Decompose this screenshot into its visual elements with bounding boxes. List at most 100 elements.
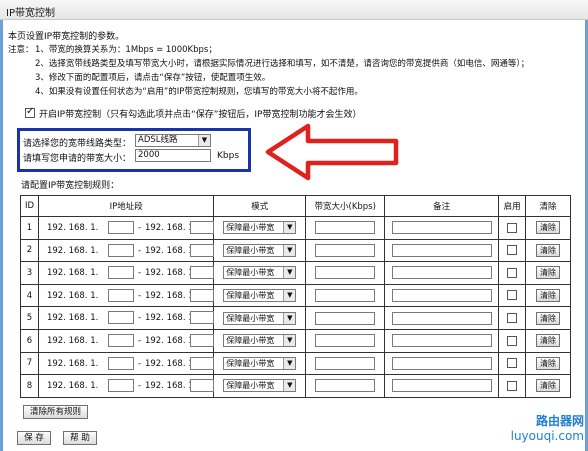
bandwidth-size-input[interactable]: [315, 289, 376, 303]
ip-start-input[interactable]: [107, 333, 134, 347]
bandwidth-size-input[interactable]: [315, 243, 376, 257]
enable-cell: [498, 374, 527, 398]
size-cell: [305, 261, 386, 285]
notes-label: 注意：: [8, 45, 34, 55]
ip-end-input[interactable]: [189, 333, 214, 347]
enable-checkbox[interactable]: [507, 267, 518, 278]
clear-cell: 清除: [525, 351, 571, 376]
ip-start-input[interactable]: [107, 288, 134, 302]
ip-prefix-start: 192. 168. 1.: [46, 313, 99, 324]
remark-input[interactable]: [391, 356, 492, 370]
ip-start-input[interactable]: [107, 379, 134, 393]
mode-select[interactable]: 保障最小带宽 ▼: [223, 379, 297, 393]
bandwidth-label: 请填写您申请的带宽大小：: [23, 154, 132, 164]
header-size: 带宽大小(Kbps): [305, 195, 386, 217]
ip-end-input[interactable]: [189, 379, 214, 393]
clear-all-rules-button[interactable]: 清除所有规则: [23, 405, 88, 419]
size-cell: [305, 328, 386, 353]
ip-start-input[interactable]: [107, 311, 134, 325]
mode-value: 保障最小带宽: [226, 313, 275, 323]
enable-checkbox[interactable]: [507, 358, 518, 369]
clear-button[interactable]: 清除: [536, 221, 561, 235]
size-cell: [305, 374, 386, 398]
enable-cell: [498, 351, 527, 376]
clear-button[interactable]: 清除: [536, 356, 561, 370]
remark-input[interactable]: [391, 243, 492, 257]
mode-select[interactable]: 保障最小带宽 ▼: [223, 266, 297, 280]
clear-button[interactable]: 清除: [536, 243, 561, 257]
enable-checkbox[interactable]: [507, 245, 518, 256]
ip-end-input[interactable]: [189, 266, 214, 280]
table-row: 3 192. 168. 1. -192. 168. 1. 保障最小带宽 ▼ 清除: [20, 261, 571, 285]
clear-cell: 清除: [525, 374, 571, 398]
mode-value: 保障最小带宽: [226, 336, 275, 346]
enable-cell: [498, 238, 527, 263]
save-button[interactable]: 保 存: [17, 431, 51, 445]
row-id: 4: [20, 283, 39, 308]
bandwidth-input[interactable]: 2000: [135, 149, 211, 162]
line-type-select[interactable]: ADSL线路 ▼: [135, 134, 211, 147]
ip-dash: -: [137, 245, 142, 256]
table-row: 8 192. 168. 1. -192. 168. 1. 保障最小带宽 ▼ 清除: [20, 374, 571, 398]
table-row: 7 192. 168. 1. -192. 168. 1. 保障最小带宽 ▼ 清除: [20, 351, 571, 376]
chevron-down-icon: ▼: [198, 135, 210, 146]
enable-checkbox[interactable]: [507, 290, 518, 301]
remark-cell: [384, 261, 500, 285]
ip-end-input[interactable]: [189, 311, 214, 325]
ip-start-input[interactable]: [107, 221, 134, 234]
mode-select[interactable]: 保障最小带宽 ▼: [223, 334, 297, 348]
ip-end-input[interactable]: [189, 356, 214, 370]
note-item-1: 1、带宽的换算关系为：1Mbps = 1000Kbps；: [35, 45, 217, 55]
enable-checkbox[interactable]: [507, 222, 518, 233]
ip-start-input[interactable]: [107, 266, 134, 280]
ip-end-input[interactable]: [189, 288, 214, 302]
clear-button[interactable]: 清除: [536, 266, 561, 280]
enable-cell: [498, 216, 527, 240]
bandwidth-size-input[interactable]: [315, 266, 376, 280]
ip-range-cell: 192. 168. 1. -192. 168. 1.: [37, 306, 215, 330]
remark-cell: [384, 374, 500, 398]
clear-button[interactable]: 清除: [536, 311, 561, 325]
mode-cell: 保障最小带宽 ▼: [213, 261, 307, 285]
bandwidth-size-input[interactable]: [315, 311, 376, 325]
ip-prefix-end: 192. 168. 1.: [144, 223, 197, 233]
mode-select[interactable]: 保障最小带宽 ▼: [223, 243, 297, 257]
ip-prefix-start: 192. 168. 1.: [46, 358, 99, 369]
clear-button[interactable]: 清除: [536, 334, 561, 348]
mode-select[interactable]: 保障最小带宽 ▼: [223, 356, 297, 370]
bandwidth-size-input[interactable]: [315, 221, 376, 235]
ip-prefix-end: 192. 168. 1.: [144, 268, 197, 279]
remark-input[interactable]: [391, 289, 492, 303]
header-enable: 启用: [498, 195, 527, 217]
remark-input[interactable]: [391, 311, 492, 325]
mode-select[interactable]: 保障最小带宽 ▼: [223, 289, 297, 303]
ip-start-input[interactable]: [107, 243, 134, 257]
ip-start-input[interactable]: [107, 356, 134, 370]
row-id: 6: [20, 328, 39, 353]
remark-input[interactable]: [391, 334, 492, 348]
size-cell: [305, 216, 386, 240]
remark-input[interactable]: [391, 379, 492, 393]
ip-end-input[interactable]: [189, 221, 214, 234]
mode-select[interactable]: 保障最小带宽 ▼: [223, 221, 297, 235]
row-id: 5: [20, 306, 39, 330]
enable-checkbox[interactable]: [507, 380, 518, 391]
ip-dash: -: [137, 335, 142, 346]
enable-checkbox[interactable]: [507, 335, 518, 346]
clear-cell: 清除: [525, 283, 571, 308]
clear-button[interactable]: 清除: [536, 379, 561, 393]
remark-cell: [384, 216, 500, 240]
remark-input[interactable]: [391, 221, 492, 235]
window-titlebar: IP带宽控制: [0, 0, 588, 20]
bandwidth-size-input[interactable]: [315, 334, 376, 348]
clear-button[interactable]: 清除: [536, 289, 561, 303]
enable-control-checkbox[interactable]: [25, 106, 35, 118]
enable-checkbox[interactable]: [507, 312, 518, 323]
bandwidth-size-input[interactable]: [315, 356, 376, 370]
remark-input[interactable]: [391, 266, 492, 280]
ip-end-input[interactable]: [189, 243, 214, 257]
mode-select[interactable]: 保障最小带宽 ▼: [223, 311, 297, 325]
line-type-label: 请选择您的宽带线路类型：: [23, 139, 132, 149]
help-button[interactable]: 帮 助: [63, 431, 97, 445]
bandwidth-size-input[interactable]: [315, 379, 376, 393]
